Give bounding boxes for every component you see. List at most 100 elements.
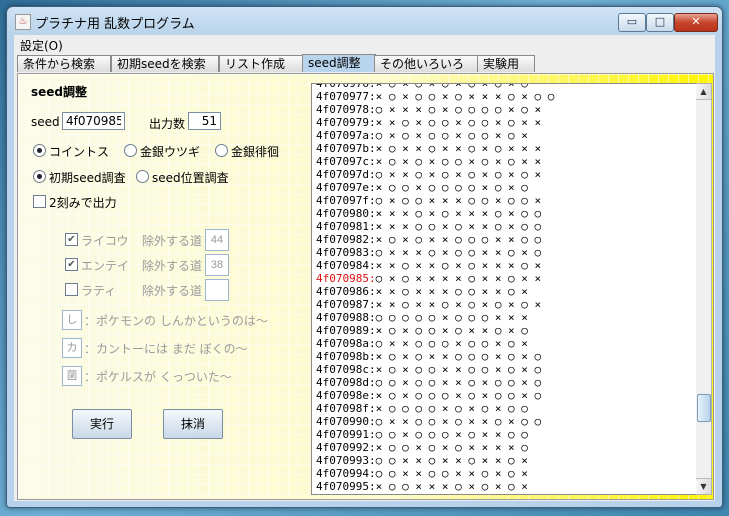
checkbox-entei[interactable]: ✔: [65, 258, 78, 271]
result-row-marks: × ○ × ○ × ○ ○ × ○ × ○ × ×: [375, 155, 542, 168]
result-row-separator: :: [368, 350, 376, 363]
result-row-separator: :: [368, 454, 376, 467]
result-list[interactable]: 4f070976:× ○ × ○ × ○ × ○ × ○ × ○ 4f070977…: [311, 83, 698, 495]
hint-text-kin: ：ポケルスが くっついた～: [84, 370, 232, 384]
run-button[interactable]: 実行: [72, 409, 132, 439]
tab-seed-adjust[interactable]: seed調整: [302, 54, 376, 72]
result-row[interactable]: 4f070994:○ ○ × × ○ ○ × × ○ × ○ ×: [316, 467, 554, 480]
result-row-separator: :: [368, 233, 376, 246]
result-row[interactable]: 4f070986:× × ○ × × × ○ ○ × × ○ ×: [316, 285, 554, 298]
result-row[interactable]: 4f07098d:○ ○ × ○ ○ × × ○ × ○ ○ × ○: [316, 376, 554, 389]
radio-kingin-utsugi-label: 金銀ウツギ: [140, 145, 201, 159]
checkbox-lati[interactable]: [65, 283, 78, 296]
maximize-button[interactable]: □: [646, 13, 674, 32]
result-row-id: 4f070980: [316, 207, 369, 220]
result-row-separator: :: [368, 155, 376, 168]
result-row-separator: :: [368, 428, 376, 441]
seed-input[interactable]: [62, 112, 125, 130]
result-row-marks: ○ ○ × ○ ○ × × ○ × ○ ○ × ○: [375, 376, 542, 389]
result-row[interactable]: 4f070988:○ ○ ○ ○ ○ × ○ ○ ○ × × ×: [316, 311, 554, 324]
result-row-separator: :: [368, 90, 376, 103]
result-row-separator: :: [368, 298, 376, 311]
result-row[interactable]: 4f070992:× ○ ○ × ○ × ○ × × × × ○: [316, 441, 554, 454]
entei-exclude-label: 除外する道: [142, 259, 203, 273]
result-scrollbar[interactable]: ▲ ▼: [696, 83, 712, 495]
lati-label: ラティ: [81, 284, 117, 298]
window-title: プラチナ用 乱数プログラム: [35, 17, 195, 32]
result-row-marks: ○ ○ × × ○ ○ × × ○ × ○ ×: [375, 467, 528, 480]
radio-initial-seed[interactable]: [33, 170, 46, 183]
result-row[interactable]: 4f07098c:× ○ × ○ ○ × × ○ ○ × ○ × ○: [316, 363, 554, 376]
scroll-down-button[interactable]: ▼: [696, 478, 711, 494]
entei-exclude-input[interactable]: [205, 254, 229, 276]
clear-button[interactable]: 抹消: [163, 409, 223, 439]
result-row[interactable]: 4f07098f:× ○ ○ ○ ○ × ○ × ○ × ○ ○: [316, 402, 554, 415]
scroll-thumb[interactable]: [697, 394, 711, 422]
radio-kingin-haikai[interactable]: [215, 144, 228, 157]
close-button[interactable]: ✕: [674, 13, 718, 32]
result-row[interactable]: 4f070991:○ ○ × ○ ○ ○ × ○ × × ○ ○: [316, 428, 554, 441]
raikou-exclude-input[interactable]: [205, 229, 229, 251]
hint-key-kin[interactable]: 菌: [62, 366, 82, 386]
tab-misc[interactable]: その他いろいろ: [374, 55, 478, 72]
minimize-button[interactable]: ▭: [618, 13, 646, 32]
result-row[interactable]: 4f070982:× ○ × ○ × × ○ ○ ○ × × ○ ○: [316, 233, 554, 246]
result-row[interactable]: 4f070980:× × × ○ × ○ × × × ○ × ○ ○: [316, 207, 554, 220]
title-bar[interactable]: ♨ プラチナ用 乱数プログラム ▭ □ ✕: [7, 7, 722, 35]
result-row[interactable]: 4f07097b:× ○ × × ○ × × ○ × ○ × × ×: [316, 142, 554, 155]
result-row[interactable]: 4f070993:○ ○ × × ○ × × ○ × × ○ ×: [316, 454, 554, 467]
output-count-input[interactable]: [188, 112, 221, 130]
result-row[interactable]: 4f070989:× ○ × ○ ○ × ○ × × ○ × ○: [316, 324, 554, 337]
result-row-separator: :: [368, 467, 376, 480]
result-row-id: 4f070995: [316, 480, 369, 493]
result-row-separator: :: [368, 259, 376, 272]
result-row[interactable]: 4f070995:× ○ ○ × × × ○ × ○ × ○ ×: [316, 480, 554, 493]
java-cup-icon: ♨: [15, 14, 31, 30]
result-row-separator: :: [368, 285, 376, 298]
result-row-id: 4f070976: [316, 83, 369, 90]
radio-cointoss[interactable]: [33, 144, 46, 157]
result-row[interactable]: 4f070978:○ × × × ○ × ○ ○ ○ ○ × ○ ×: [316, 103, 554, 116]
checkbox-raikou[interactable]: ✔: [65, 233, 78, 246]
result-row[interactable]: 4f070987:× × ○ × × ○ × ○ × ○ × ○ ×: [316, 298, 554, 311]
result-row-marks: × × ○ × × ○ × ○ × ○ × ○ ×: [375, 298, 542, 311]
result-row[interactable]: 4f070990:○ × × ○ ○ × ○ × × ○ × ○ ○: [316, 415, 554, 428]
radio-kingin-utsugi[interactable]: [124, 144, 137, 157]
result-row-marks: × ○ × ○ ○ × × ○ ○ × ○ × ○: [375, 363, 542, 376]
result-row[interactable]: 4f070984:× × ○ × × ○ × ○ × × × ○ ×: [316, 259, 554, 272]
result-row[interactable]: 4f070983:○ × × × ○ × ○ ○ × × ○ × ○: [316, 246, 554, 259]
scroll-up-button[interactable]: ▲: [696, 84, 711, 100]
result-row[interactable]: 4f07097f:○ × ○ ○ × × × ○ ○ × ○ ○ ×: [316, 194, 554, 207]
radio-seed-position[interactable]: [136, 170, 149, 183]
result-row-id: 4f070989: [316, 324, 369, 337]
result-row-id: 4f070981: [316, 220, 369, 233]
result-row[interactable]: 4f07097a:○ × ○ × ○ ○ × ○ ○ × ○ ×: [316, 129, 554, 142]
result-row[interactable]: 4f07097c:× ○ × ○ × ○ ○ × ○ × ○ × ×: [316, 155, 554, 168]
tab-list-create[interactable]: リスト作成: [219, 55, 303, 72]
result-row-marks: × ○ × × ○ × × ○ × ○ × × ×: [375, 142, 542, 155]
menu-settings[interactable]: 設定(O): [20, 37, 63, 54]
result-row[interactable]: 4f07098e:× ○ × ○ ○ ○ × ○ × ○ ○ × ○: [316, 389, 554, 402]
result-row[interactable]: 4f070976:× ○ × ○ × ○ × ○ × ○ × ○: [316, 83, 554, 90]
hint-key-shi[interactable]: し: [62, 310, 82, 330]
lati-exclude-input[interactable]: [205, 279, 229, 301]
hint-key-ka[interactable]: カ: [62, 338, 82, 358]
result-row-marks: × ○ ○ × ○ ○ ○ ○ × ○ × ○: [375, 181, 528, 194]
result-row-separator: :: [368, 194, 376, 207]
result-row[interactable]: 4f070985:○ × ○ × × × × ○ × × ○ × ×: [316, 272, 554, 285]
result-row-id: 4f070978: [316, 103, 369, 116]
tab-experiment[interactable]: 実験用: [477, 55, 535, 72]
result-row-id: 4f070982: [316, 233, 369, 246]
result-row[interactable]: 4f07098b:× ○ × ○ × × ○ ○ ○ × ○ × ○: [316, 350, 554, 363]
result-row-id: 4f07097e: [316, 181, 369, 194]
checkbox-step2[interactable]: [33, 195, 46, 208]
result-row[interactable]: 4f070981:× × × ○ ○ × ○ × × ○ × ○ ○: [316, 220, 554, 233]
app-window: ♨ プラチナ用 乱数プログラム ▭ □ ✕ 設定(O) 条件から検索 初期see…: [6, 6, 723, 508]
result-row[interactable]: 4f070979:× × ○ × ○ ○ × ○ ○ × ○ × ×: [316, 116, 554, 129]
result-row[interactable]: 4f070977:× ○ × ○ ○ × ○ × × × ○ × ○ ○: [316, 90, 554, 103]
result-row[interactable]: 4f07097d:○ × × ○ × ○ × ○ × ○ × ○ ×: [316, 168, 554, 181]
result-row[interactable]: 4f07097e:× ○ ○ × ○ ○ ○ ○ × ○ × ○: [316, 181, 554, 194]
result-row[interactable]: 4f07098a:○ × × ○ ○ ○ × ○ ○ × ○ ×: [316, 337, 554, 350]
tab-initial-seed-search[interactable]: 初期seedを検索: [111, 55, 219, 72]
tab-condition-search[interactable]: 条件から検索: [17, 55, 111, 72]
